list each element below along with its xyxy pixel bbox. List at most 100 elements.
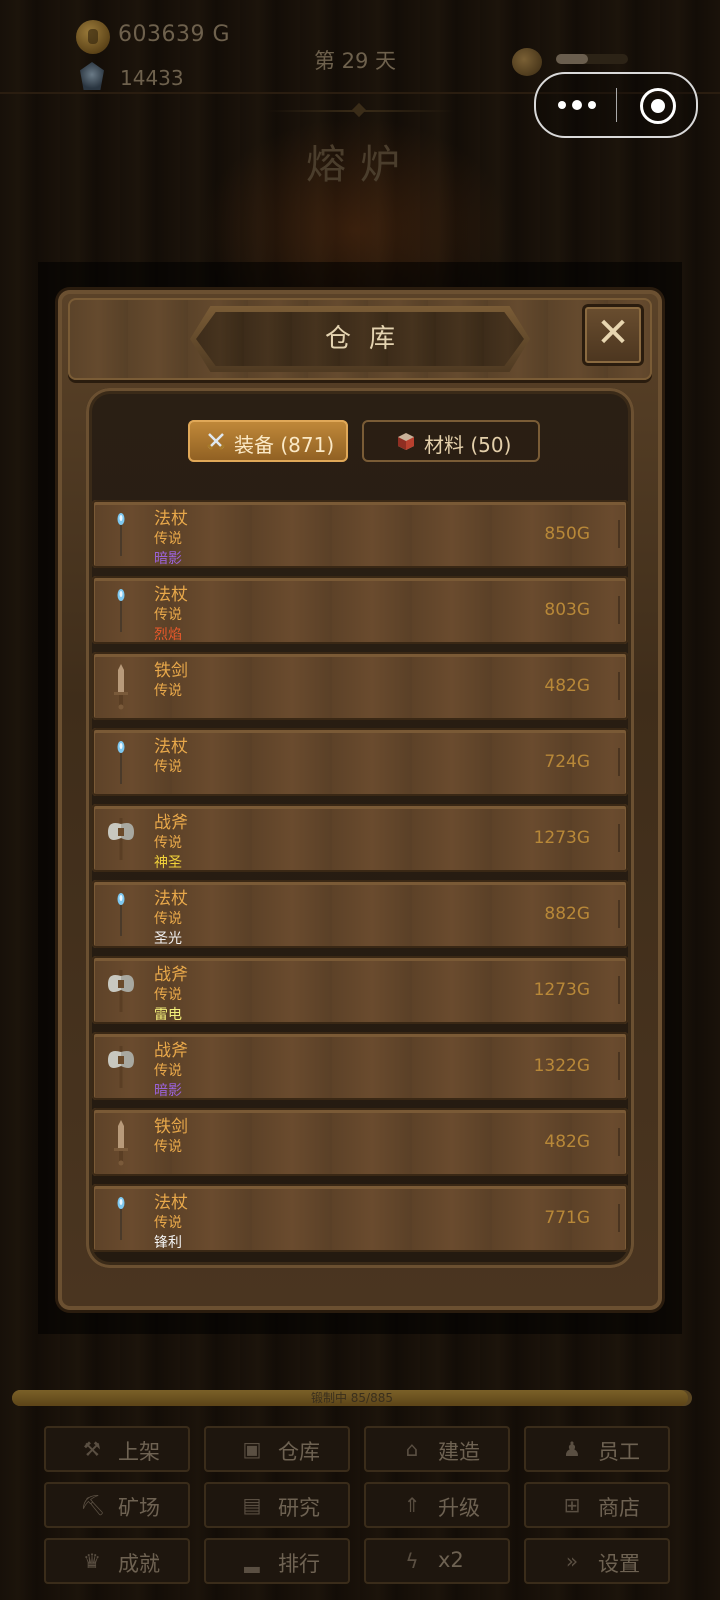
close-icon: ✕ (596, 310, 630, 356)
tab-equipment[interactable]: 装备 (871) (188, 420, 348, 462)
staff-icon (106, 1194, 136, 1242)
close-program-icon[interactable] (640, 88, 676, 124)
action-button[interactable]: ϟ x2 (364, 1538, 510, 1584)
battle-axe-icon (106, 966, 136, 1014)
item-price: 1273G (533, 980, 590, 1000)
tab-equipment-label: 装备 (871) (234, 433, 335, 457)
row-divider (618, 1128, 620, 1156)
list-item[interactable]: 战斧传说雷电 1273G (92, 956, 628, 1024)
action-button[interactable]: ⚒ 上架 (44, 1426, 190, 1472)
action-button-label: 成就 (118, 1552, 160, 1576)
item-rarity: 传说 (154, 759, 182, 775)
item-affix: 雷电 (154, 1007, 182, 1023)
item-name: 战斧 (154, 813, 188, 833)
action-button[interactable]: ⌂ 建造 (364, 1426, 510, 1472)
item-price: 1273G (533, 828, 590, 848)
day-counter: 第 29 天 (313, 49, 397, 73)
row-divider (618, 1052, 620, 1080)
capsule-separator (616, 88, 617, 122)
staff-icon (106, 890, 136, 938)
item-price: 882G (544, 904, 590, 924)
action-button-label: x2 (438, 1548, 464, 1572)
action-button[interactable]: ▤ 研究 (204, 1482, 350, 1528)
book-icon: ▤ (242, 1493, 262, 1517)
forge-progress-label: 锻制中 85/885 (310, 1391, 394, 1405)
action-button-label: 商店 (598, 1496, 640, 1520)
more-menu-icon[interactable] (556, 98, 600, 112)
row-divider (618, 520, 620, 548)
building-icon: ⌂ (405, 1437, 419, 1461)
action-button[interactable]: ⊞ 商店 (524, 1482, 670, 1528)
action-button[interactable]: ⛏ 矿场 (44, 1482, 190, 1528)
item-price: 803G (544, 600, 590, 620)
item-affix: 烈焰 (154, 627, 182, 643)
list-item[interactable]: 法杖 传说 锋利 771G (92, 1184, 628, 1252)
item-price: 1322G (533, 1056, 590, 1076)
energy-bar (556, 54, 628, 64)
item-rarity: 传说 (154, 987, 182, 1003)
fast-forward-icon: » (565, 1549, 579, 1573)
tab-materials[interactable]: 材料 (50) (362, 420, 540, 462)
row-divider (618, 672, 620, 700)
action-button[interactable]: ▣ 仓库 (204, 1426, 350, 1472)
action-button[interactable]: ▂ 排行 (204, 1538, 350, 1584)
item-price: 771G (544, 1208, 590, 1228)
action-button-label: 排行 (278, 1552, 320, 1576)
item-name: 法杖 (154, 889, 188, 909)
item-rarity: 传说 (154, 607, 182, 623)
item-price: 850G (544, 524, 590, 544)
action-button[interactable]: ♛ 成就 (44, 1538, 190, 1584)
staff-icon (106, 738, 136, 786)
list-item[interactable]: 法杖传说烈焰 803G (92, 576, 628, 644)
action-button[interactable]: ♟ 员工 (524, 1426, 670, 1472)
action-button-label: 建造 (438, 1440, 480, 1464)
chest-icon: ▣ (242, 1437, 262, 1461)
row-divider (618, 900, 620, 928)
list-item[interactable]: 法杖 传说 圣光 882G (92, 880, 628, 948)
gem-icon (80, 62, 104, 90)
material-box-icon (398, 433, 414, 450)
panel-title: 仓库 (324, 324, 413, 354)
equipment-list[interactable]: 法杖 传说 暗影 850G 法杖 传说 烈焰 803G 铁剑 传说 482G 法杖 传说 724G 战斧 传说… (92, 500, 628, 1260)
row-divider (618, 748, 620, 776)
item-name: 战斧 (154, 965, 188, 985)
item-rarity: 传说 (154, 1215, 182, 1231)
item-name: 战斧 (154, 1041, 188, 1061)
sword-icon (106, 662, 136, 710)
action-button[interactable]: ⇑ 升级 (364, 1482, 510, 1528)
item-rarity: 传说 (154, 531, 182, 547)
list-item[interactable]: 法杖传说暗影 850G (92, 500, 628, 568)
item-rarity: 传说 (154, 1139, 182, 1155)
list-item[interactable]: 战斧 传说 暗影 1322G (92, 1032, 628, 1100)
item-affix: 暗影 (154, 1083, 182, 1099)
item-name: 法杖 (154, 737, 188, 757)
close-button[interactable]: ✕ (582, 304, 644, 366)
row-divider (618, 596, 620, 624)
item-name: 法杖 (154, 509, 188, 529)
podium-icon: ▂ (244, 1549, 260, 1573)
gold-coin-icon (76, 20, 110, 54)
action-button[interactable]: » 设置 (524, 1538, 670, 1584)
action-button-label: 员工 (598, 1440, 640, 1464)
item-affix: 锋利 (154, 1235, 182, 1251)
item-affix: 暗影 (154, 551, 182, 567)
cart-icon: ⊞ (563, 1493, 581, 1517)
action-button-label: 矿场 (118, 1496, 160, 1520)
item-affix: 神圣 (154, 855, 182, 871)
energy-flask-icon (512, 48, 542, 76)
item-name: 法杖 (154, 585, 188, 605)
item-price: 724G (544, 752, 590, 772)
list-item[interactable]: 法杖传说 724G (92, 728, 628, 796)
list-item[interactable]: 战斧 传说 神圣 1273G (92, 804, 628, 872)
tab-materials-label: 材料 (50) (424, 433, 512, 457)
location-title: 熔炉 (306, 142, 414, 188)
trophy-icon: ♛ (83, 1549, 101, 1573)
hammer-icon: ⚒ (83, 1437, 101, 1461)
row-divider (618, 1204, 620, 1232)
action-button-label: 设置 (598, 1552, 640, 1576)
staff-icon (106, 586, 136, 634)
action-button-label: 研究 (278, 1496, 320, 1520)
staff-icon (106, 510, 136, 558)
list-item[interactable]: 铁剑 传说 482G (92, 1108, 628, 1176)
list-item[interactable]: 铁剑 传说 482G (92, 652, 628, 720)
